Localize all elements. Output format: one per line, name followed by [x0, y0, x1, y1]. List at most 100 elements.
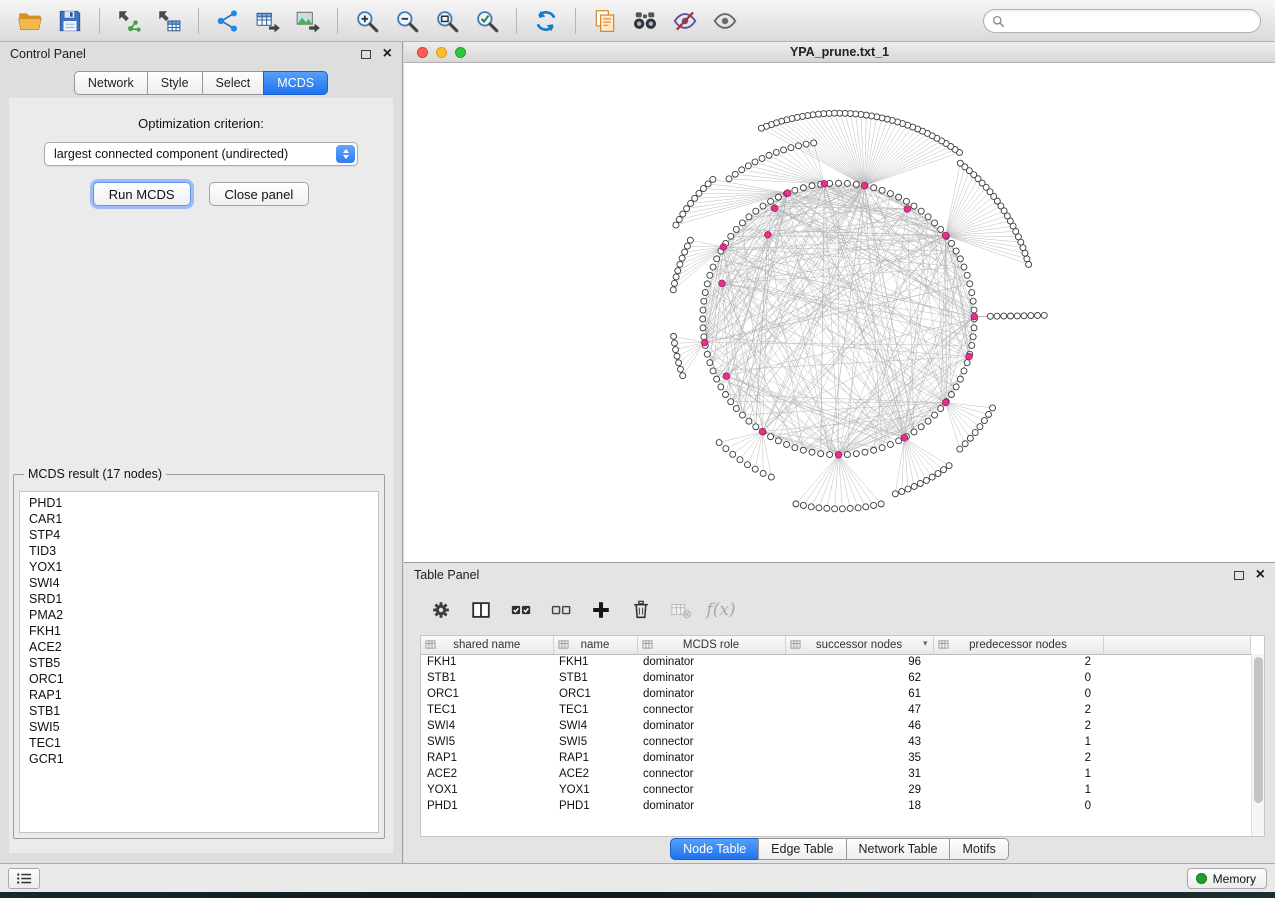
save-button[interactable] [50, 4, 90, 38]
import-network-icon [116, 8, 142, 34]
main-toolbar [0, 0, 1275, 42]
column-header-name[interactable]: name [553, 636, 637, 654]
deselect-all-button[interactable] [544, 594, 578, 626]
minimize-window-icon[interactable] [436, 47, 447, 58]
cell-role: dominator [637, 654, 785, 670]
optimization-criterion-select[interactable]: largest connected component (undirected) [44, 142, 358, 166]
close-panel-button[interactable]: Close panel [209, 182, 310, 206]
copy-button[interactable] [585, 4, 625, 38]
zoom-in-button[interactable] [347, 4, 387, 38]
mcds-result-list[interactable]: PHD1CAR1STP4TID3YOX1SWI4SRD1PMA2FKH1ACE2… [19, 491, 379, 833]
search-box[interactable] [983, 9, 1261, 33]
tab-network[interactable]: Network [74, 71, 148, 95]
fx-icon: f(x) [706, 600, 735, 620]
hide-button[interactable] [665, 4, 705, 38]
cell-successors: 18 [785, 798, 933, 814]
table-row[interactable]: SWI5SWI5connector431 [421, 734, 1251, 750]
open-folder-button[interactable] [10, 4, 50, 38]
column-header-successor-nodes[interactable]: successor nodes▾ [785, 636, 933, 654]
close-window-icon[interactable] [417, 47, 428, 58]
mcds-result-item[interactable]: PHD1 [20, 495, 378, 511]
table-row[interactable]: PHD1PHD1dominator180 [421, 798, 1251, 814]
cell-role: connector [637, 766, 785, 782]
float-panel-icon[interactable] [361, 50, 371, 59]
search-network-button[interactable] [625, 4, 665, 38]
close-table-panel-icon[interactable]: × [1256, 570, 1265, 580]
tab-edge-table[interactable]: Edge Table [758, 838, 846, 860]
run-mcds-button[interactable]: Run MCDS [93, 182, 191, 206]
zoom-selected-button[interactable] [467, 4, 507, 38]
table-row[interactable]: RAP1RAP1dominator352 [421, 750, 1251, 766]
mcds-result-item[interactable]: ACE2 [20, 639, 378, 655]
export-network-button[interactable] [208, 4, 248, 38]
mcds-result-item[interactable]: YOX1 [20, 559, 378, 575]
cell-shared_name: TEC1 [421, 702, 553, 718]
select-all-button[interactable] [504, 594, 538, 626]
cell-name: ACE2 [553, 766, 637, 782]
zoom-out-button[interactable] [387, 4, 427, 38]
mcds-result-item[interactable]: ORC1 [20, 671, 378, 687]
mcds-result-item[interactable]: SRD1 [20, 591, 378, 607]
tab-node-table[interactable]: Node Table [670, 838, 759, 860]
mcds-result-item[interactable]: STB1 [20, 703, 378, 719]
select-all-icon [510, 599, 532, 621]
import-network-button[interactable] [109, 4, 149, 38]
table-row[interactable]: ORC1ORC1dominator610 [421, 686, 1251, 702]
mcds-result-item[interactable]: SWI4 [20, 575, 378, 591]
refresh-button[interactable] [526, 4, 566, 38]
mcds-result-item[interactable]: FKH1 [20, 623, 378, 639]
mcds-result-item[interactable]: GCR1 [20, 751, 378, 767]
zoom-fit-button[interactable] [427, 4, 467, 38]
table-scrollbar-thumb[interactable] [1254, 657, 1263, 803]
table-row[interactable]: SWI4SWI4dominator462 [421, 718, 1251, 734]
dropdown-stepper-icon [336, 145, 355, 163]
maximize-window-icon[interactable] [455, 47, 466, 58]
cell-successors: 46 [785, 718, 933, 734]
table-row[interactable]: YOX1YOX1connector291 [421, 782, 1251, 798]
cell-role: dominator [637, 670, 785, 686]
mcds-result-item[interactable]: CAR1 [20, 511, 378, 527]
mcds-result-group: MCDS result (17 nodes) PHD1CAR1STP4TID3Y… [13, 467, 385, 839]
mcds-result-item[interactable]: RAP1 [20, 687, 378, 703]
delete-button[interactable] [624, 594, 658, 626]
mcds-result-item[interactable]: TID3 [20, 543, 378, 559]
column-header-shared-name[interactable]: shared name [421, 636, 553, 654]
float-table-panel-icon[interactable] [1234, 571, 1244, 580]
close-panel-icon[interactable]: × [383, 49, 392, 59]
export-image-button[interactable] [288, 4, 328, 38]
mcds-result-item[interactable]: STP4 [20, 527, 378, 543]
table-row[interactable]: TEC1TEC1connector472 [421, 702, 1251, 718]
tab-mcds[interactable]: MCDS [263, 71, 328, 95]
columns-button[interactable] [464, 594, 498, 626]
cell-name: PHD1 [553, 798, 637, 814]
cell-filler [1103, 702, 1251, 718]
import-table-button[interactable] [149, 4, 189, 38]
tab-style[interactable]: Style [147, 71, 203, 95]
column-header-mcds-role[interactable]: MCDS role [637, 636, 785, 654]
control-panel: Control Panel × NetworkStyleSelectMCDS O… [0, 42, 403, 863]
table-row[interactable]: STB1STB1dominator620 [421, 670, 1251, 686]
node-table-header-row: shared namenameMCDS rolesuccessor nodes▾… [421, 636, 1251, 654]
tab-select[interactable]: Select [202, 71, 265, 95]
tab-network-table[interactable]: Network Table [846, 838, 951, 860]
column-header-predecessor-nodes[interactable]: predecessor nodes [933, 636, 1103, 654]
panel-list-button[interactable] [8, 868, 40, 889]
mcds-result-item[interactable]: SWI5 [20, 719, 378, 735]
mcds-result-item[interactable]: STB5 [20, 655, 378, 671]
table-row[interactable]: ACE2ACE2connector311 [421, 766, 1251, 782]
gear-button[interactable] [424, 594, 458, 626]
memory-button[interactable]: Memory [1187, 868, 1267, 889]
search-input[interactable] [1011, 14, 1252, 28]
network-canvas[interactable] [404, 63, 1275, 562]
mcds-result-item[interactable]: PMA2 [20, 607, 378, 623]
tab-motifs[interactable]: Motifs [949, 838, 1008, 860]
add-button[interactable] [584, 594, 618, 626]
network-window-titlebar[interactable]: YPA_prune.txt_1 [404, 42, 1275, 63]
export-table-button[interactable] [248, 4, 288, 38]
cell-name: SWI5 [553, 734, 637, 750]
table-row[interactable]: FKH1FKH1dominator962 [421, 654, 1251, 670]
table-scrollbar[interactable] [1251, 654, 1264, 836]
mcds-result-item[interactable]: TEC1 [20, 735, 378, 751]
show-button[interactable] [705, 4, 745, 38]
zoom-out-icon [394, 8, 420, 34]
